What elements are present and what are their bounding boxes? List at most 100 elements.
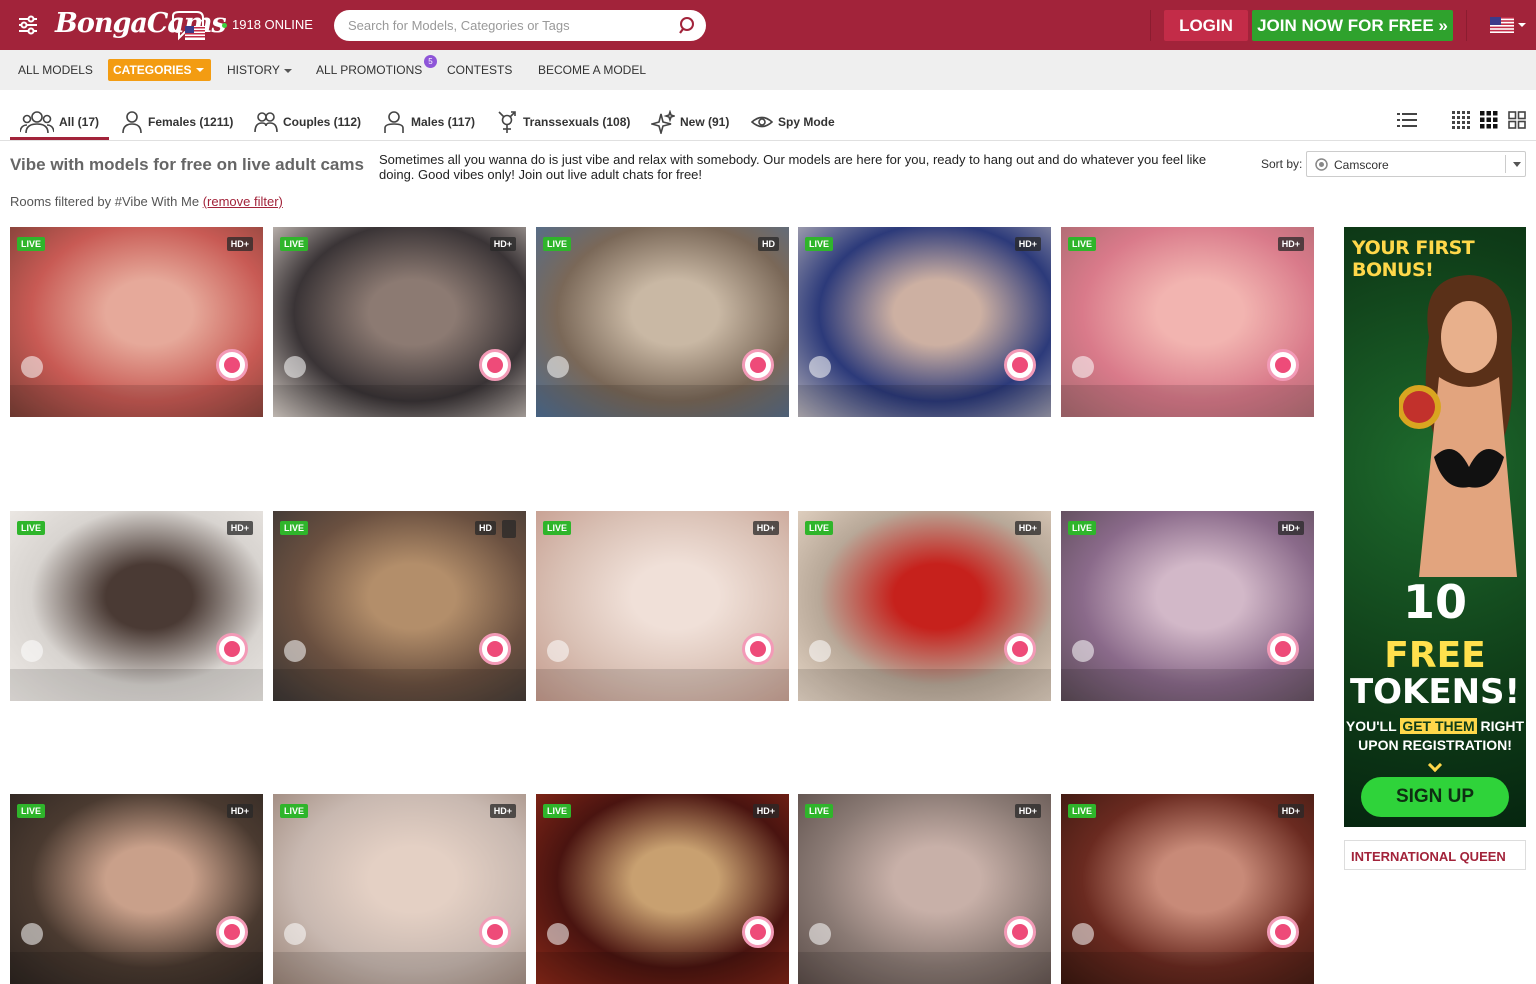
model-card[interactable]: LIVE HD — [536, 227, 789, 417]
ad-signup-button[interactable]: SIGN UP — [1361, 777, 1509, 817]
nav-become-model[interactable]: BECOME A MODEL — [538, 63, 646, 77]
ad-secondary-banner[interactable]: INTERNATIONAL QUEEN — [1344, 840, 1526, 870]
nav-all-models[interactable]: ALL MODELS — [18, 63, 93, 77]
model-card[interactable]: LIVE HD — [273, 511, 526, 701]
quality-badge: HD+ — [226, 804, 253, 818]
nav-categories[interactable]: CATEGORIES — [108, 59, 212, 81]
zoom-preview-icon[interactable] — [547, 923, 569, 945]
zoom-preview-icon[interactable] — [809, 640, 831, 662]
bonga-brand-icon — [742, 633, 774, 665]
zoom-preview-icon[interactable] — [1072, 640, 1094, 662]
quality-badge: HD — [758, 237, 779, 251]
small-grid-view-icon[interactable] — [1452, 111, 1470, 129]
nav-all-promotions[interactable]: ALL PROMOTIONS — [316, 63, 422, 77]
card-info-bar — [536, 952, 789, 984]
zoom-preview-icon[interactable] — [21, 923, 43, 945]
search-icon[interactable] — [678, 16, 698, 36]
card-info-bar — [1061, 669, 1314, 701]
ad-free-text: FREE — [1384, 635, 1486, 676]
model-card[interactable]: LIVE HD+ — [536, 511, 789, 701]
model-card[interactable]: LIVE HD+ — [798, 794, 1051, 984]
filter-status: Rooms filtered by #Vibe With Me (remove … — [10, 194, 283, 209]
bonga-brand-icon — [1267, 916, 1299, 948]
live-badge: LIVE — [805, 237, 834, 251]
promotions-count-badge: 5 — [424, 55, 437, 68]
card-info-bar — [1061, 952, 1314, 984]
zoom-preview-icon[interactable] — [547, 356, 569, 378]
language-caret-icon[interactable] — [1518, 23, 1526, 27]
zoom-preview-icon[interactable] — [1072, 923, 1094, 945]
ad-subtext: YOU'LL GET THEM RIGHT UPON REGISTRATION! — [1345, 718, 1525, 753]
sort-select[interactable]: Camscore — [1306, 151, 1526, 177]
remove-filter-link[interactable]: (remove filter) — [203, 194, 283, 209]
bonga-brand-icon — [479, 916, 511, 948]
model-card[interactable]: LIVE HD+ — [273, 794, 526, 984]
live-badge: LIVE — [280, 804, 309, 818]
zoom-preview-icon[interactable] — [21, 640, 43, 662]
live-badge: LIVE — [280, 237, 309, 251]
bonga-brand-icon — [216, 349, 248, 381]
nav-contests[interactable]: CONTESTS — [447, 63, 512, 77]
zoom-preview-icon[interactable] — [547, 640, 569, 662]
large-grid-view-icon[interactable] — [1508, 111, 1526, 129]
login-button[interactable]: LOGIN — [1164, 10, 1248, 41]
nav-history[interactable]: HISTORY — [227, 63, 292, 77]
logo-bubble-icon — [172, 11, 205, 41]
quality-badge: HD+ — [1277, 237, 1304, 251]
model-card[interactable]: LIVE HD+ — [10, 794, 263, 984]
ad-model-illustration — [1399, 275, 1517, 577]
live-badge: LIVE — [17, 804, 46, 818]
quality-badge: HD — [475, 521, 496, 535]
quality-badge: HD+ — [1014, 521, 1041, 535]
signup-ad-banner[interactable]: YOUR FIRST BONUS! 10 FREE TOKENS! YOU'LL… — [1344, 227, 1526, 827]
zoom-preview-icon[interactable] — [284, 640, 306, 662]
bonga-brand-icon — [1004, 633, 1036, 665]
card-info-bar — [273, 952, 526, 984]
live-badge: LIVE — [543, 804, 572, 818]
model-card[interactable]: LIVE HD+ — [1061, 794, 1314, 984]
tab-all[interactable]: All (17) — [10, 104, 109, 140]
card-info-bar — [798, 669, 1051, 701]
model-card[interactable]: LIVE HD+ — [536, 794, 789, 984]
live-badge: LIVE — [280, 521, 309, 535]
divider — [1466, 10, 1467, 41]
us-flag-icon[interactable] — [1490, 17, 1514, 33]
card-info-bar — [536, 385, 789, 417]
search-input[interactable] — [348, 10, 668, 41]
zoom-preview-icon[interactable] — [809, 356, 831, 378]
zoom-preview-icon[interactable] — [809, 923, 831, 945]
model-card[interactable]: LIVE HD+ — [10, 511, 263, 701]
model-card[interactable]: LIVE HD+ — [10, 227, 263, 417]
quality-badge: HD+ — [1277, 521, 1304, 535]
filter-menu-icon[interactable] — [17, 14, 39, 36]
model-card[interactable]: LIVE HD+ — [1061, 227, 1314, 417]
bonga-brand-icon — [1267, 349, 1299, 381]
zoom-preview-icon[interactable] — [21, 356, 43, 378]
bonga-brand-icon — [479, 633, 511, 665]
model-card[interactable]: LIVE HD+ — [798, 227, 1051, 417]
medium-grid-view-icon[interactable] — [1480, 111, 1498, 129]
live-badge: LIVE — [1068, 804, 1097, 818]
camscore-icon — [1315, 158, 1328, 171]
zoom-preview-icon[interactable] — [1072, 356, 1094, 378]
zoom-preview-icon[interactable] — [284, 923, 306, 945]
live-badge: LIVE — [543, 521, 572, 535]
quality-badge: HD+ — [1014, 804, 1041, 818]
model-card[interactable]: LIVE HD+ — [1061, 511, 1314, 701]
group-icon — [20, 111, 54, 134]
chevron-down-icon — [283, 68, 292, 73]
card-info-bar — [1061, 385, 1314, 417]
chevron-down-icon — [1427, 757, 1443, 773]
model-card[interactable]: LIVE HD+ — [273, 227, 526, 417]
search-box — [334, 10, 706, 41]
join-button[interactable]: JOIN NOW FOR FREE » — [1252, 10, 1453, 41]
mobile-icon — [502, 520, 516, 538]
bonga-brand-icon — [216, 633, 248, 665]
model-card[interactable]: LIVE HD+ — [798, 511, 1051, 701]
chevron-down-icon — [196, 68, 205, 72]
list-view-icon[interactable] — [1397, 111, 1417, 129]
live-badge: LIVE — [1068, 237, 1097, 251]
card-info-bar — [798, 385, 1051, 417]
zoom-preview-icon[interactable] — [284, 356, 306, 378]
gender-tabs: All (17) Females (1211) Couples (112) Ma… — [0, 104, 1536, 141]
